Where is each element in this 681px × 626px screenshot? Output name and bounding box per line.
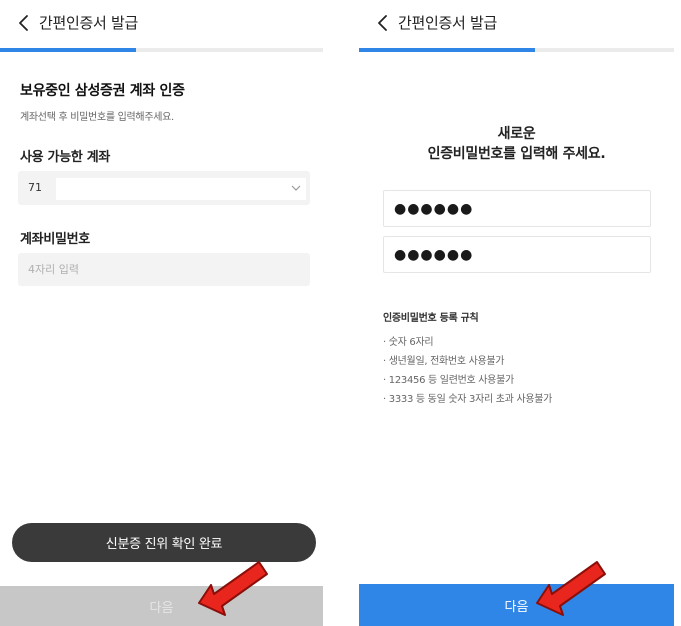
left-screen: 간편인증서 발급 보유중인 삼성증권 계좌 인증 계좌선택 후 비밀번호를 입력…: [0, 0, 323, 626]
right-screen: 간편인증서 발급 새로운 인증비밀번호를 입력해 주세요. ●●●●●● ●●●…: [359, 0, 674, 626]
red-arrow-annotation-icon: [198, 561, 268, 616]
confirm-pin-input[interactable]: ●●●●●●: [383, 236, 651, 273]
header: 간편인증서 발급: [359, 0, 674, 46]
header-title: 간편인증서 발급: [398, 14, 497, 32]
header: 간편인증서 발급: [0, 0, 323, 46]
account-select[interactable]: 71: [18, 171, 310, 205]
chevron-left-icon[interactable]: [373, 13, 393, 33]
pin-masked-value: ●●●●●●: [394, 247, 474, 263]
red-arrow-annotation-icon: [536, 561, 606, 616]
account-select-value: 71: [28, 181, 42, 194]
password-label: 계좌비밀번호: [20, 232, 90, 247]
prompt-line-2: 인증비밀번호를 입력해 주세요.: [427, 146, 606, 162]
rule-item: · 생년월일, 전화번호 사용불가: [383, 356, 505, 367]
redacted-account-number: [56, 178, 306, 200]
pin-masked-value: ●●●●●●: [394, 201, 474, 217]
account-password-input[interactable]: [18, 253, 310, 286]
header-title: 간편인증서 발급: [39, 14, 138, 32]
rule-item: · 3333 등 동일 숫자 3자리 초과 사용불가: [383, 394, 553, 405]
rule-item: · 숫자 6자리: [383, 337, 434, 348]
account-label: 사용 가능한 계좌: [20, 150, 111, 165]
progress-bar: [0, 48, 323, 52]
section-title: 보유중인 삼성증권 계좌 인증: [20, 83, 185, 99]
chevron-left-icon[interactable]: [14, 13, 34, 33]
section-subtitle: 계좌선택 후 비밀번호를 입력해주세요.: [20, 112, 174, 123]
new-pin-input[interactable]: ●●●●●●: [383, 190, 651, 227]
next-button[interactable]: 다음: [359, 584, 674, 626]
chevron-down-icon: [291, 185, 301, 191]
progress-fill: [0, 48, 136, 52]
prompt-line-1: 새로운: [497, 126, 536, 142]
rule-item: · 123456 등 일련번호 사용불가: [383, 375, 514, 386]
rules-title: 인증비밀번호 등록 규칙: [383, 313, 479, 324]
progress-fill: [359, 48, 536, 52]
progress-bar: [359, 48, 674, 52]
